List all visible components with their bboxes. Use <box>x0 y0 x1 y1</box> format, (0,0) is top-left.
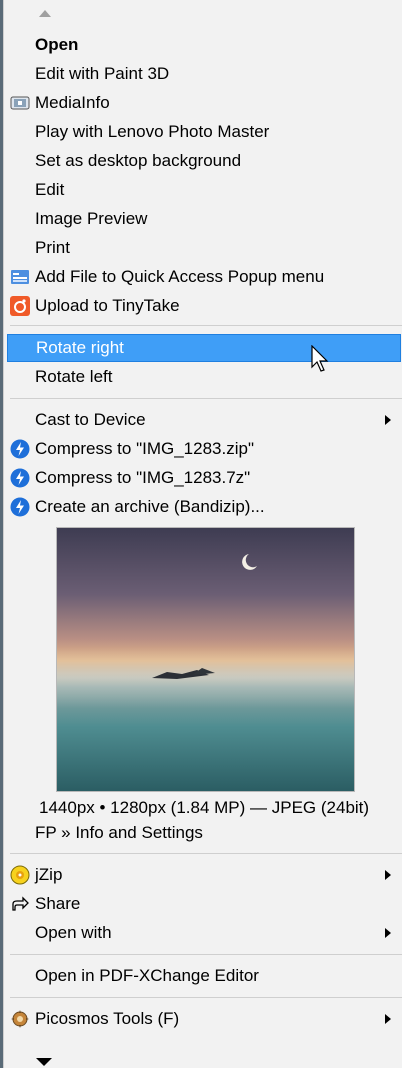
picosmos-icon <box>11 1010 29 1028</box>
separator <box>10 325 402 326</box>
context-menu: Open Edit with Paint 3D MediaInfo Play w… <box>3 0 402 1068</box>
separator <box>10 398 402 399</box>
bandizip-icon <box>10 439 30 459</box>
menu-item-mediainfo[interactable]: MediaInfo <box>7 89 401 117</box>
mouse-cursor-icon <box>311 345 329 372</box>
menu-item-create-archive[interactable]: Create an archive (Bandizip)... <box>7 493 401 521</box>
mediainfo-icon <box>10 96 30 110</box>
menu-item-cast-to-device[interactable]: Cast to Device <box>7 406 401 434</box>
submenu-arrow-icon <box>385 928 391 938</box>
separator <box>10 997 402 998</box>
bandizip-icon <box>10 497 30 517</box>
menu-item-lenovo-photo-master[interactable]: Play with Lenovo Photo Master <box>7 118 401 146</box>
scroll-down-arrow-icon[interactable] <box>36 1058 52 1066</box>
menu-item-upload-tinytake[interactable]: Upload to TinyTake <box>7 292 401 320</box>
menu-item-open-pdf-xchange[interactable]: Open in PDF-XChange Editor <box>7 962 401 990</box>
menu-item-compress-7z[interactable]: Compress to "IMG_1283.7z" <box>7 464 401 492</box>
menu-item-open-with[interactable]: Open with <box>7 919 401 947</box>
bandizip-icon <box>10 468 30 488</box>
menu-item-picosmos-tools[interactable]: Picosmos Tools (F) <box>7 1005 401 1033</box>
share-icon <box>12 896 29 911</box>
image-info-text: 1440px • 1280px (1.84 MP) — JPEG (24bit) <box>39 798 370 817</box>
submenu-arrow-icon <box>385 415 391 425</box>
menu-item-image-preview[interactable]: Image Preview <box>7 205 401 233</box>
menu-item-jzip[interactable]: jZip <box>7 861 401 889</box>
submenu-arrow-icon <box>385 1014 391 1024</box>
separator <box>10 954 402 955</box>
separator <box>10 853 402 854</box>
menu-item-fp-info-settings[interactable]: FP » Info and Settings <box>7 819 401 847</box>
tinytake-icon <box>10 296 30 316</box>
menu-item-quick-access-popup[interactable]: Add File to Quick Access Popup menu <box>7 263 401 291</box>
menu-item-set-desktop-background[interactable]: Set as desktop background <box>7 147 401 175</box>
menu-item-edit[interactable]: Edit <box>7 176 401 204</box>
scroll-up-arrow-icon[interactable] <box>39 10 51 17</box>
jzip-icon <box>10 865 30 885</box>
menu-item-share[interactable]: Share <box>7 890 401 918</box>
menu-item-edit-paint3d[interactable]: Edit with Paint 3D <box>7 60 401 88</box>
menu-item-rotate-right[interactable]: Rotate right <box>7 334 401 362</box>
seascape-thumbnail-image <box>57 528 354 791</box>
image-thumbnail <box>56 527 355 792</box>
menu-item-compress-zip[interactable]: Compress to "IMG_1283.zip" <box>7 435 401 463</box>
menu-item-print[interactable]: Print <box>7 234 401 262</box>
menu-item-rotate-left[interactable]: Rotate left <box>7 363 401 391</box>
submenu-arrow-icon <box>385 870 391 880</box>
menu-item-open[interactable]: Open <box>7 31 401 59</box>
quick-access-icon <box>11 270 29 284</box>
